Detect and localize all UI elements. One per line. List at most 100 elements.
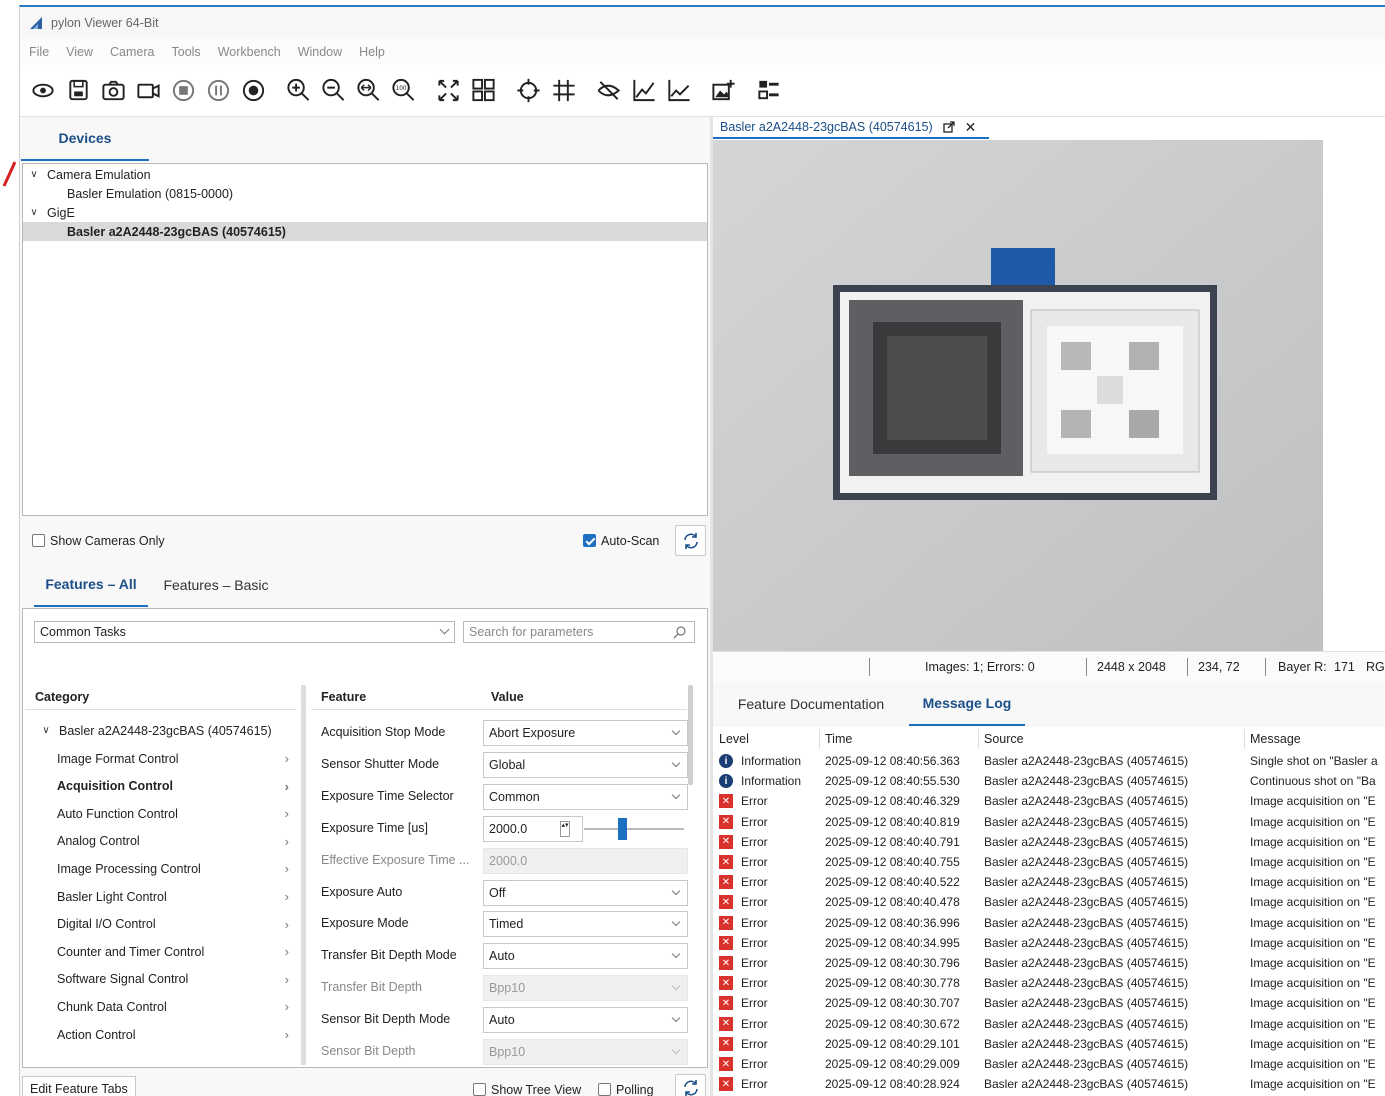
show-cameras-only-box[interactable] <box>32 534 45 548</box>
feature-value-select[interactable]: Global <box>483 751 688 778</box>
category-item[interactable]: Image Processing Control › <box>23 855 293 882</box>
device-tree-item[interactable]: Basler Emulation (0815-0000) <box>23 184 707 203</box>
pause-button[interactable] <box>205 76 232 106</box>
category-item[interactable]: Image Format Control › <box>23 745 293 772</box>
category-item[interactable]: Digital I/O Control › <box>23 911 293 938</box>
common-tasks-select[interactable]: Common Tasks <box>34 621 455 643</box>
chevron-down-icon[interactable]: ∨ <box>27 169 41 180</box>
menu-tools[interactable]: Tools <box>172 45 201 59</box>
device-tree-item[interactable]: ∨ GigE <box>23 203 707 222</box>
log-row[interactable]: ✕ Error 2025-09-12 08:40:30.672 Basler a2A2… <box>713 1014 1385 1034</box>
category-item[interactable]: Analog Control › <box>23 828 293 855</box>
menu-workbench[interactable]: Workbench <box>218 45 281 59</box>
edit-feature-tabs-button[interactable]: Edit Feature Tabs <box>22 1076 136 1096</box>
log-row[interactable]: ✕ Error 2025-09-12 08:40:40.819 Basler a2A2… <box>713 812 1385 832</box>
feature-value-select[interactable]: Abort Exposure <box>483 720 688 746</box>
show-cameras-only-checkbox[interactable]: Show Cameras Only <box>32 532 165 548</box>
feature-value-select[interactable]: Auto <box>483 943 688 970</box>
device-tree-item[interactable]: ∨ Camera Emulation <box>23 165 707 184</box>
exposure-time-input[interactable]: 2000.0 ▴▾ <box>483 815 583 842</box>
line-profile-button[interactable] <box>665 76 692 106</box>
log-row[interactable]: ✕ Error 2025-09-12 08:40:40.755 Basler a2A2… <box>713 852 1385 872</box>
log-row[interactable]: ✕ Error 2025-09-12 08:40:30.707 Basler a2A2… <box>713 993 1385 1013</box>
auto-scan-box[interactable] <box>583 534 596 548</box>
save-button[interactable] <box>65 76 92 106</box>
category-root[interactable]: ∨ Basler a2A2448-23gcBAS (40574615) <box>23 717 293 744</box>
record-button[interactable] <box>240 76 267 106</box>
category-item[interactable]: Software Signal Control › <box>23 966 293 993</box>
menu-camera[interactable]: Camera <box>110 45 154 59</box>
polling-checkbox[interactable]: Polling <box>598 1081 654 1096</box>
category-item[interactable]: Acquisition Control › <box>23 773 293 800</box>
device-tree[interactable]: ∨ Camera Emulation Basler Emulation (0815-… <box>22 163 708 516</box>
refresh-features-button[interactable] <box>675 1074 706 1096</box>
log-row[interactable]: ✕ Error 2025-09-12 08:40:29.101 Basler a2A2… <box>713 1034 1385 1054</box>
time-column-header[interactable]: Time <box>825 732 852 746</box>
log-row[interactable]: ✕ Error 2025-09-12 08:40:46.329 Basler a2A2… <box>713 791 1385 811</box>
log-row[interactable]: ✕ Error 2025-09-12 08:40:40.478 Basler a2A2… <box>713 892 1385 912</box>
histogram-button[interactable] <box>630 76 657 106</box>
log-row[interactable]: ✕ Error 2025-09-12 08:40:34.995 Basler a2A2… <box>713 933 1385 953</box>
zoom-100-button[interactable]: 100 <box>390 76 417 106</box>
category-item[interactable]: Basler Light Control › <box>23 883 293 910</box>
log-row[interactable]: i Information 2025-09-12 08:40:56.363 Basle… <box>713 751 1385 771</box>
chevron-down-icon[interactable]: ∨ <box>27 207 41 218</box>
feature-value-select[interactable]: Off <box>483 879 688 906</box>
spin-icon[interactable]: ▴▾ <box>560 820 570 837</box>
record-video-button[interactable] <box>135 76 162 106</box>
zoom-fit-button[interactable] <box>355 76 382 106</box>
log-row[interactable]: ✕ Error 2025-09-12 08:40:36.996 Basler a2A2… <box>713 913 1385 933</box>
zoom-in-button[interactable] <box>285 76 312 106</box>
menu-help[interactable]: Help <box>359 45 385 59</box>
crosshair-button[interactable] <box>515 76 542 106</box>
viewer-tab[interactable]: Basler a2A2448-23gcBAS (40574615) ✕ <box>713 117 989 139</box>
close-icon[interactable]: ✕ <box>965 119 977 136</box>
device-tree-item[interactable]: Basler a2A2448-23gcBAS (40574615) <box>23 222 707 241</box>
undock-icon[interactable] <box>943 121 955 133</box>
polling-box[interactable] <box>598 1083 611 1096</box>
tab-message-log[interactable]: Message Log <box>909 682 1025 726</box>
category-splitter[interactable] <box>301 685 306 1065</box>
exposure-slider-thumb[interactable] <box>618 817 627 840</box>
log-row[interactable]: ✕ Error 2025-09-12 08:40:30.778 Basler a2A2… <box>713 973 1385 993</box>
level-column-header[interactable]: Level <box>719 732 749 746</box>
message-column-header[interactable]: Message <box>1250 732 1301 746</box>
log-row[interactable]: ✕ Error 2025-09-12 08:40:30.796 Basler a2A2… <box>713 953 1385 973</box>
show-tree-view-checkbox[interactable]: Show Tree View <box>473 1081 581 1096</box>
stop-button[interactable] <box>170 76 197 106</box>
device-list-button[interactable] <box>755 76 782 106</box>
tab-feature-documentation[interactable]: Feature Documentation <box>721 682 901 726</box>
add-image-button[interactable] <box>710 76 737 106</box>
hide-overlay-button[interactable] <box>595 76 622 106</box>
log-row[interactable]: ✕ Error 2025-09-12 08:40:29.009 Basler a2A2… <box>713 1054 1385 1074</box>
feature-value-select[interactable]: Auto <box>483 1007 688 1034</box>
menu-window[interactable]: Window <box>298 45 342 59</box>
feature-value-select[interactable]: Timed <box>483 911 688 938</box>
menu-file[interactable]: File <box>29 45 49 59</box>
menu-view[interactable]: View <box>66 45 93 59</box>
tab-features-all[interactable]: Features – All <box>34 563 148 607</box>
single-shot-button[interactable] <box>100 76 127 106</box>
feature-value-select[interactable]: Common <box>483 783 688 810</box>
log-row[interactable]: i Information 2025-09-12 08:40:55.530 Basle… <box>713 771 1385 791</box>
continuous-shot-button[interactable] <box>30 76 57 106</box>
zoom-out-button[interactable] <box>320 76 347 106</box>
exposure-slider-track[interactable] <box>584 827 684 830</box>
log-row[interactable]: ✕ Error 2025-09-12 08:40:40.522 Basler a2A2… <box>713 872 1385 892</box>
parameter-search-input[interactable]: Search for parameters <box>463 621 695 643</box>
log-row[interactable]: ✕ Error 2025-09-12 08:40:40.791 Basler a2A2… <box>713 832 1385 852</box>
source-column-header[interactable]: Source <box>984 732 1024 746</box>
tab-features-basic[interactable]: Features – Basic <box>156 563 276 607</box>
log-row[interactable]: ✕ Error 2025-09-12 08:40:28.924 Basler a2A2… <box>713 1074 1385 1094</box>
auto-scan-checkbox[interactable]: Auto-Scan <box>583 532 659 548</box>
category-item[interactable]: Action Control › <box>23 1021 293 1048</box>
tab-devices[interactable]: Devices <box>21 117 149 161</box>
category-item[interactable]: Chunk Data Control › <box>23 993 293 1020</box>
category-item[interactable]: Auto Function Control › <box>23 800 293 827</box>
category-item[interactable]: Counter and Timer Control › <box>23 938 293 965</box>
show-tree-view-box[interactable] <box>473 1083 486 1096</box>
fullscreen-button[interactable] <box>435 76 462 106</box>
camera-image[interactable] <box>713 140 1323 651</box>
refresh-devices-button[interactable] <box>675 525 706 556</box>
grid-overlay-button[interactable] <box>550 76 577 106</box>
